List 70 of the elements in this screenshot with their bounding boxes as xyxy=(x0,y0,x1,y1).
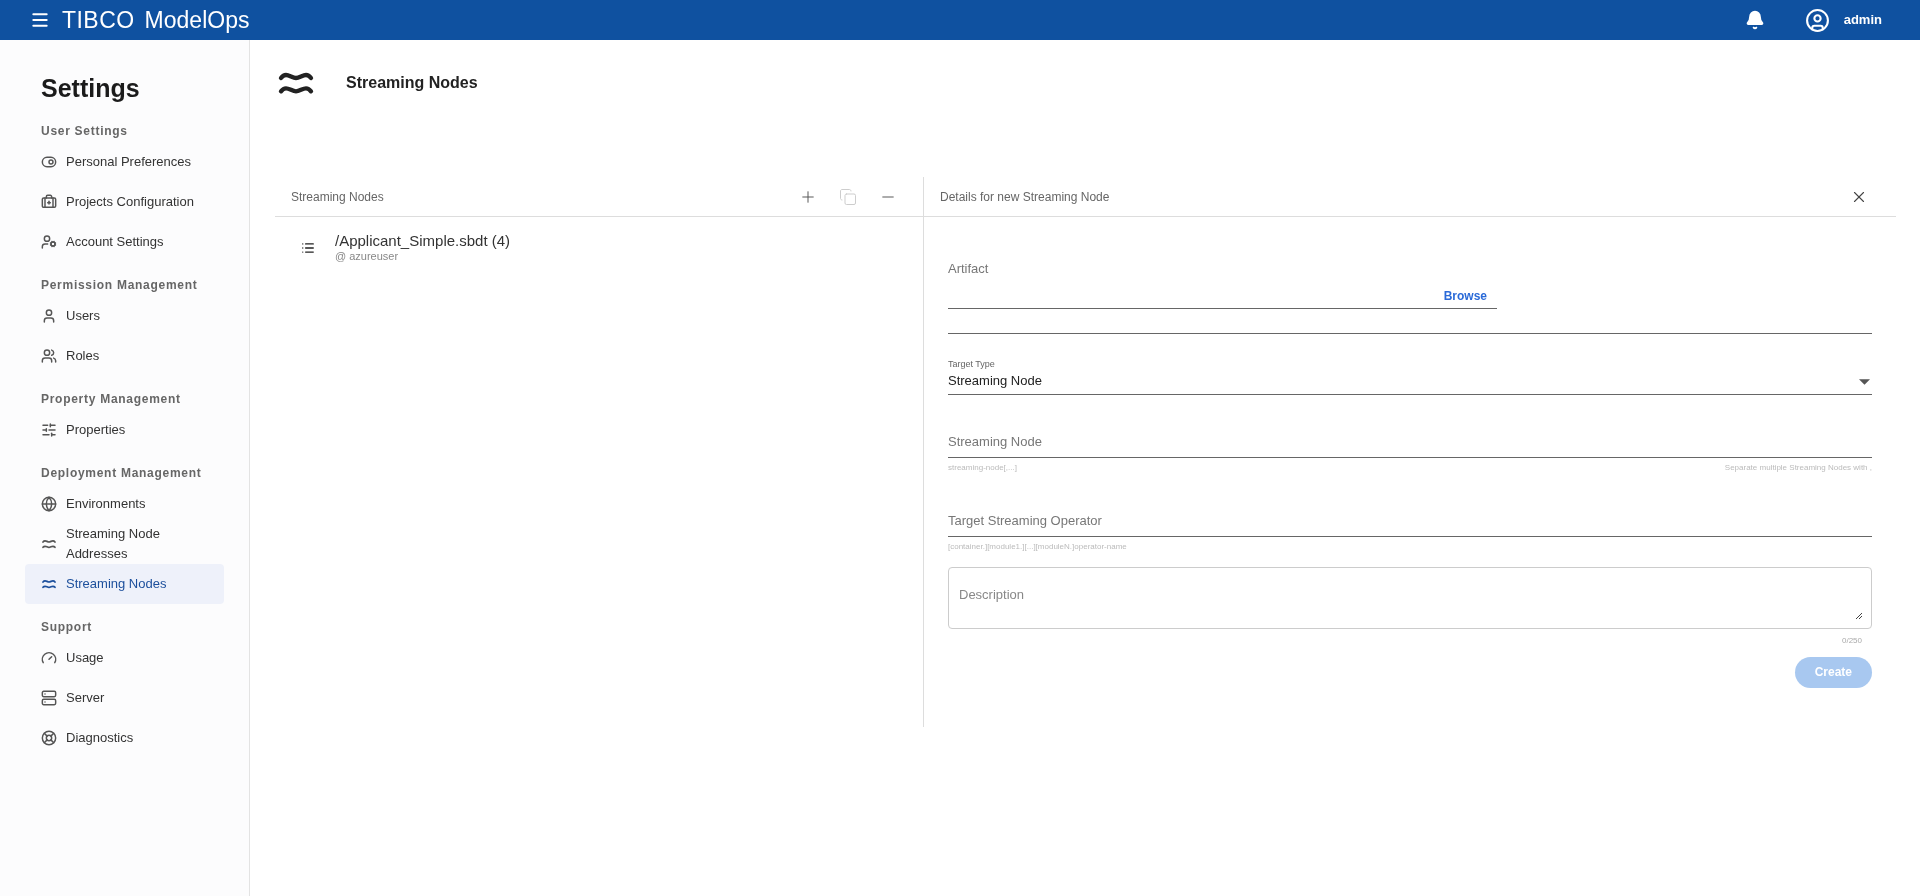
sidebar-item-label: Roles xyxy=(66,346,100,365)
sidebar-title: Settings xyxy=(40,73,141,104)
field-label: Target Streaming Operator xyxy=(948,512,1102,528)
sidebar-item-label: Streaming Node Addresses xyxy=(65,525,161,563)
sidebar-item-label: Streaming Nodes xyxy=(66,574,167,593)
field-hint: Separate multiple Streaming Nodes with , xyxy=(1724,461,1872,474)
field-hint: [container.][module1.][...][moduleN.]operator-name xyxy=(948,540,1127,553)
text-field[interactable]: Target Streaming Operator xyxy=(948,507,1872,537)
sidebar-item[interactable]: Projects Configuration xyxy=(25,181,224,222)
product-name: ModelOps xyxy=(144,5,250,35)
sidebar-item[interactable]: Diagnostics xyxy=(25,717,224,758)
sidebar-item[interactable]: Roles xyxy=(25,335,224,376)
browse-link[interactable]: Browse xyxy=(1443,287,1487,305)
sidebar-item-label: Projects Configuration xyxy=(66,192,194,211)
list-item[interactable]: /Applicant_Simple.sbdt (4) @ azureuser xyxy=(275,217,923,263)
placeholder-text: Description xyxy=(959,586,1025,602)
section-heading: User Settings xyxy=(40,122,129,140)
sidebar-item-label: Diagnostics xyxy=(66,728,134,747)
section-heading: Permission Management xyxy=(40,276,199,294)
user-icon xyxy=(41,307,57,324)
sidebar-item[interactable]: Users xyxy=(25,295,224,336)
sidebar-item-label: Environments xyxy=(66,494,146,513)
user-name[interactable]: admin xyxy=(1843,10,1882,30)
field-label: Artifact xyxy=(948,260,990,278)
sidebar-item[interactable]: Streaming Nodes xyxy=(25,563,224,604)
character-counter: 0/250 xyxy=(1841,634,1862,647)
server-icon xyxy=(41,689,57,706)
globe-icon xyxy=(41,495,57,512)
field-value: Streaming Node xyxy=(948,372,1043,390)
artifact-field[interactable]: Browse xyxy=(948,284,1497,309)
gauge-icon xyxy=(41,649,57,666)
sidebar-item[interactable]: Server xyxy=(25,677,224,718)
field-label: Target Type xyxy=(948,357,996,371)
section-heading: Property Management xyxy=(40,390,182,408)
sidebar-item[interactable]: Environments xyxy=(25,483,224,524)
item-name: /Applicant_Simple.sbdt (4) xyxy=(335,232,511,250)
sidebar-item[interactable]: Account Settings xyxy=(25,221,224,262)
section-heading: Support xyxy=(40,618,94,636)
lifebuoy-icon xyxy=(41,729,57,746)
menu-icon[interactable] xyxy=(30,10,50,30)
dropdown-caret-icon xyxy=(1859,378,1870,385)
pane-title: Streaming Nodes xyxy=(291,188,385,206)
sidebar-item-label: Personal Preferences xyxy=(66,152,191,171)
briefcase-icon xyxy=(41,193,57,210)
pane-title: Details for new Streaming Node xyxy=(940,188,1111,206)
sidebar-item[interactable]: Streaming Node Addresses xyxy=(25,523,224,564)
brand-logo: TIBCO xyxy=(62,5,135,35)
page-title: Streaming Nodes xyxy=(346,73,478,93)
select-field[interactable]: Target Type Streaming Node xyxy=(948,357,1872,395)
section-heading: Deployment Management xyxy=(40,464,203,482)
field-hint: streaming-node[,...] xyxy=(948,461,1017,474)
account-icon[interactable] xyxy=(1804,7,1830,33)
sidebar-item-label: Users xyxy=(66,306,100,325)
notifications-icon[interactable] xyxy=(1744,10,1765,30)
sidebar-item[interactable]: Properties xyxy=(25,409,224,450)
text-field[interactable]: Streaming Node xyxy=(948,428,1872,458)
sidebar-item[interactable]: Usage xyxy=(25,637,224,678)
sidebar-item-label: Account Settings xyxy=(66,232,164,251)
sidebar-item[interactable]: Personal Preferences xyxy=(25,141,224,182)
sidebar-item-label: Usage xyxy=(66,648,104,667)
sliders-icon xyxy=(41,421,57,438)
user-gear-icon xyxy=(41,233,57,250)
list-icon xyxy=(301,240,315,255)
item-owner: @ azureuser xyxy=(335,250,400,263)
resize-handle-icon xyxy=(1855,611,1863,620)
field-label: Streaming Node xyxy=(948,433,1042,449)
sidebar-item-label: Server xyxy=(66,688,105,707)
description-field[interactable]: Description xyxy=(948,566,1872,629)
users-icon xyxy=(41,347,57,364)
sidebar-item-label: Properties xyxy=(66,420,126,439)
